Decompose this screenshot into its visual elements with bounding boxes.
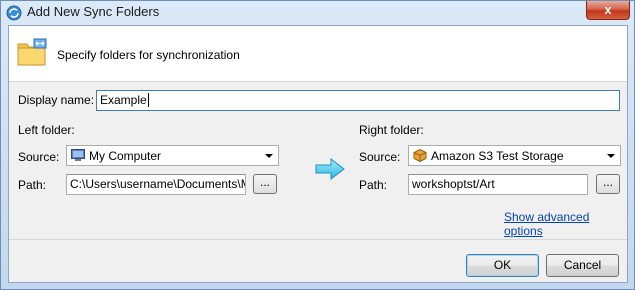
right-source-dropdown[interactable]: Amazon S3 Test Storage [408,145,621,166]
display-name-input[interactable]: Example [96,90,620,111]
divider [9,239,627,240]
cancel-button[interactable]: Cancel [546,254,619,277]
sync-folder-icon [17,38,47,66]
right-source-value: Amazon S3 Test Storage [431,149,564,163]
display-name-label: Display name: [18,93,95,107]
sync-arrow-icon [315,158,345,180]
amazon-s3-box-icon [413,149,427,162]
right-source-label: Source: [359,150,401,164]
left-source-value: My Computer [89,149,162,163]
left-source-label: Source: [18,150,60,164]
left-path-input[interactable]: C:\Users\username\Documents\My [66,174,246,195]
show-advanced-options-link[interactable]: Show advanced options [504,210,627,238]
right-path-label: Path: [359,178,388,192]
left-browse-button[interactable]: ... [253,174,277,194]
right-folder-label: Right folder: [359,123,424,137]
right-path-input[interactable]: workshoptst/Art [408,174,588,195]
left-source-dropdown[interactable]: My Computer [66,145,279,166]
left-path-label: Path: [18,178,47,192]
close-button[interactable]: x [586,1,630,20]
right-path-value: workshoptst/Art [412,177,495,191]
display-name-value: Example [100,93,147,107]
title-bar[interactable]: Add New Sync Folders x [1,1,634,25]
dialog-body: Specify folders for synchronization Disp… [8,25,628,283]
window-title: Add New Sync Folders [27,4,160,19]
header-band: Specify folders for synchronization [9,26,627,82]
left-folder-label: Left folder: [18,123,75,137]
header-text: Specify folders for synchronization [57,48,240,62]
chevron-down-icon [607,154,615,158]
ok-button[interactable]: OK [466,254,539,277]
left-path-value: C:\Users\username\Documents\My [70,177,246,191]
dialog-window: Add New Sync Folders x Specify folders f… [0,0,635,290]
chevron-down-icon [265,154,273,158]
sync-app-icon [6,5,22,21]
computer-icon [71,149,85,161]
right-browse-button[interactable]: ... [596,174,620,194]
